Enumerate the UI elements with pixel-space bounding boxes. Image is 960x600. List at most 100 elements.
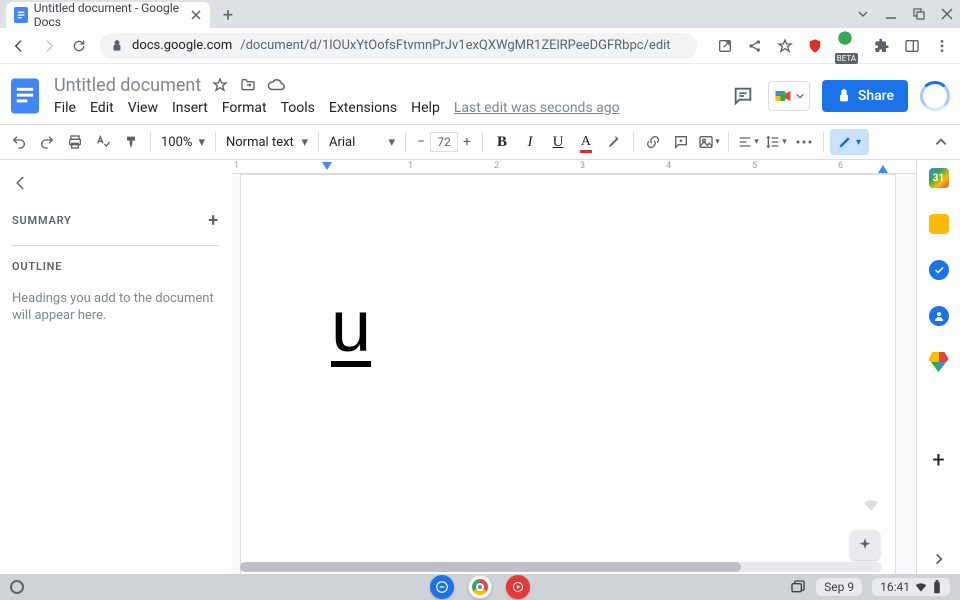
share-button[interactable]: Share — [822, 80, 908, 112]
tasks-icon[interactable] — [929, 260, 949, 280]
forward-button — [40, 37, 58, 55]
first-line-indent-marker[interactable] — [322, 162, 332, 170]
zoom-dropdown[interactable]: 100%▾ — [157, 129, 209, 155]
extensions-icon[interactable] — [874, 38, 890, 54]
outline-heading: OUTLINE — [12, 260, 219, 273]
docs-home-icon[interactable] — [6, 72, 44, 120]
shelf-date[interactable]: Sep 9 — [816, 578, 862, 596]
battery-icon — [932, 580, 942, 594]
account-avatar[interactable] — [920, 81, 950, 111]
chrome-menu-icon[interactable] — [934, 38, 950, 54]
print-button[interactable] — [62, 129, 88, 155]
insert-link-button[interactable] — [640, 129, 666, 155]
cloud-status-icon[interactable] — [267, 76, 285, 94]
menu-tools[interactable]: Tools — [281, 98, 315, 118]
menu-format[interactable]: Format — [222, 98, 267, 118]
document-text[interactable]: u — [331, 291, 371, 363]
menu-edit[interactable]: Edit — [90, 98, 114, 118]
document-title[interactable]: Untitled document — [54, 75, 201, 96]
chrome-app-icon[interactable] — [468, 575, 492, 599]
sidepanel-icon[interactable] — [904, 38, 920, 54]
align-button[interactable]: ▾ — [735, 129, 761, 155]
insert-comment-button[interactable] — [668, 129, 694, 155]
highlight-button[interactable] — [601, 129, 627, 155]
spellcheck-button[interactable] — [90, 129, 116, 155]
offline-indicator-icon — [862, 496, 880, 514]
menu-extensions[interactable]: Extensions — [329, 98, 397, 118]
chromeos-shelf: Sep 9 16:41 — [0, 574, 960, 600]
comments-icon[interactable] — [730, 83, 756, 109]
contacts-icon[interactable] — [929, 306, 949, 326]
menu-view[interactable]: View — [128, 98, 158, 118]
menu-file[interactable]: File — [54, 98, 76, 118]
move-icon[interactable] — [239, 76, 257, 94]
font-size-input[interactable]: 72 — [430, 132, 458, 152]
font-dropdown[interactable]: Arial▾ — [325, 129, 399, 155]
extension-beta-icon[interactable]: BETA — [837, 30, 860, 61]
shelf-status-tray[interactable]: 16:41 — [872, 578, 950, 596]
insert-image-button[interactable]: ▾ — [696, 129, 722, 155]
maximize-icon[interactable] — [912, 7, 926, 21]
site-info-icon[interactable] — [110, 39, 124, 53]
meet-button[interactable] — [768, 81, 810, 111]
italic-button[interactable]: I — [517, 129, 543, 155]
line-spacing-button[interactable]: ▾ — [763, 129, 789, 155]
close-window-icon[interactable] — [940, 7, 954, 21]
new-tab-button[interactable]: + — [216, 3, 240, 27]
horizontal-ruler[interactable]: 1 1 2 3 4 5 6 — [232, 160, 916, 174]
url-domain: docs.google.com — [132, 38, 232, 53]
add-summary-button[interactable]: + — [208, 210, 219, 231]
star-icon[interactable] — [211, 76, 229, 94]
menu-help[interactable]: Help — [411, 98, 440, 118]
last-edit-link[interactable]: Last edit was seconds ago — [454, 98, 620, 118]
tab-close-icon[interactable] — [190, 8, 202, 22]
docs-titlebar: Untitled document File Edit View Insert … — [0, 64, 960, 124]
calendar-icon[interactable]: 31 — [929, 168, 949, 188]
font-size-decrease[interactable]: − — [412, 134, 430, 150]
hide-menus-button[interactable] — [928, 129, 954, 155]
right-indent-marker[interactable] — [878, 165, 888, 173]
text-color-button[interactable]: A — [573, 129, 599, 155]
explore-button[interactable] — [850, 530, 880, 560]
minimize-icon[interactable] — [884, 7, 898, 21]
editing-mode-button[interactable]: ▾ — [830, 129, 869, 155]
get-addons-button[interactable]: + — [932, 448, 944, 473]
paragraph-style-dropdown[interactable]: Normal text▾ — [222, 129, 312, 155]
share-label: Share — [858, 88, 894, 104]
paint-format-button[interactable] — [118, 129, 144, 155]
youtube-music-icon[interactable] — [506, 575, 530, 599]
address-bar[interactable]: docs.google.com/document/d/1lOUxYtOofsFt… — [100, 33, 697, 59]
docs-toolbar: 100%▾ Normal text▾ Arial▾ − 72 + B I U A… — [0, 124, 960, 160]
url-path: /document/d/1lOUxYtOofsFtvmnPrJv1exQXWgM… — [240, 38, 670, 53]
open-external-icon[interactable] — [717, 38, 733, 54]
outline-close-icon[interactable] — [12, 174, 219, 192]
bold-button[interactable]: B — [489, 129, 515, 155]
reload-button[interactable] — [70, 37, 88, 55]
extension-shield-icon[interactable] — [807, 38, 823, 54]
launcher-button[interactable] — [10, 580, 24, 594]
share-page-icon[interactable] — [747, 38, 763, 54]
font-size-increase[interactable]: + — [458, 134, 476, 150]
more-button[interactable] — [791, 129, 817, 155]
tab-search-icon[interactable] — [856, 7, 870, 21]
horizontal-scrollbar[interactable] — [240, 562, 882, 572]
side-panel-expand-icon[interactable] — [932, 552, 946, 566]
font-size-control: − 72 + — [412, 130, 476, 154]
maps-icon[interactable] — [929, 352, 949, 372]
underline-button[interactable]: U — [545, 129, 571, 155]
back-button[interactable] — [10, 37, 28, 55]
files-app-icon[interactable] — [430, 575, 454, 599]
side-panel-rail: 31 + — [916, 160, 960, 574]
shelf-windows-icon[interactable] — [790, 579, 806, 595]
bookmark-icon[interactable] — [777, 38, 793, 54]
addrbar-actions: BETA — [717, 30, 950, 61]
menu-insert[interactable]: Insert — [172, 98, 208, 118]
tab-title: Untitled document - Google Docs — [34, 1, 184, 29]
window-controls — [856, 0, 954, 28]
undo-button[interactable] — [6, 129, 32, 155]
keep-icon[interactable] — [929, 214, 949, 234]
redo-button[interactable] — [34, 129, 60, 155]
browser-tabstrip: Untitled document - Google Docs + — [0, 0, 960, 28]
browser-tab-active[interactable]: Untitled document - Google Docs — [6, 2, 210, 28]
document-page[interactable]: u — [240, 174, 896, 574]
